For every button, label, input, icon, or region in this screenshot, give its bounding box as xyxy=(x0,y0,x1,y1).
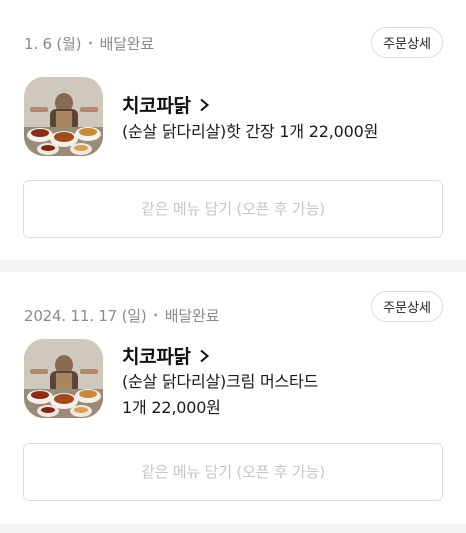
order-date: 1. 6 (월) xyxy=(24,35,82,53)
store-thumbnail[interactable] xyxy=(24,77,103,156)
separator-dot: • xyxy=(87,37,94,50)
chevron-right-icon xyxy=(200,98,209,111)
order-date: 2024. 11. 17 (일) xyxy=(24,307,147,325)
order-meta: 1. 6 (월) • 배달완료 xyxy=(24,33,154,54)
store-name-link[interactable]: 치코파닭 xyxy=(122,91,210,118)
store-name: 치코파닭 xyxy=(122,95,191,117)
order-item-text: (순살 닭다리살)크림 머스타드 1개 22,000원 xyxy=(122,369,318,421)
food-photo-icon xyxy=(24,339,103,418)
item-line: (순살 닭다리살)크림 머스타드 xyxy=(122,372,319,391)
store-name-link[interactable]: 치코파닭 xyxy=(122,342,210,369)
separator-dot: • xyxy=(152,309,160,322)
store-name: 치코파닭 xyxy=(122,346,191,368)
food-photo-icon xyxy=(24,77,103,156)
order-item-text: (순살 닭다리살)핫 간장 1개 22,000원 xyxy=(122,119,378,145)
reorder-button[interactable]: 같은 메뉴 담기 (오픈 후 가능) xyxy=(23,443,443,501)
item-line: 1개 22,000원 xyxy=(122,398,221,417)
chevron-right-icon xyxy=(200,349,209,362)
order-card: 1. 6 (월) • 배달완료 주문상세 치코파닭 (순살 닭다리살)핫 간장 … xyxy=(0,0,466,260)
order-card: 2024. 11. 17 (일) • 배달완료 주문상세 치코파닭 (순살 닭다… xyxy=(0,272,466,524)
order-meta: 2024. 11. 17 (일) • 배달완료 xyxy=(24,305,219,326)
order-detail-button[interactable]: 주문상세 xyxy=(371,291,443,322)
order-detail-button[interactable]: 주문상세 xyxy=(371,27,443,58)
reorder-button[interactable]: 같은 메뉴 담기 (오픈 후 가능) xyxy=(23,180,443,238)
item-line: (순살 닭다리살)핫 간장 1개 22,000원 xyxy=(122,122,379,141)
store-thumbnail[interactable] xyxy=(24,339,103,418)
order-status: 배달완료 xyxy=(99,35,155,53)
order-status: 배달완료 xyxy=(164,307,220,325)
